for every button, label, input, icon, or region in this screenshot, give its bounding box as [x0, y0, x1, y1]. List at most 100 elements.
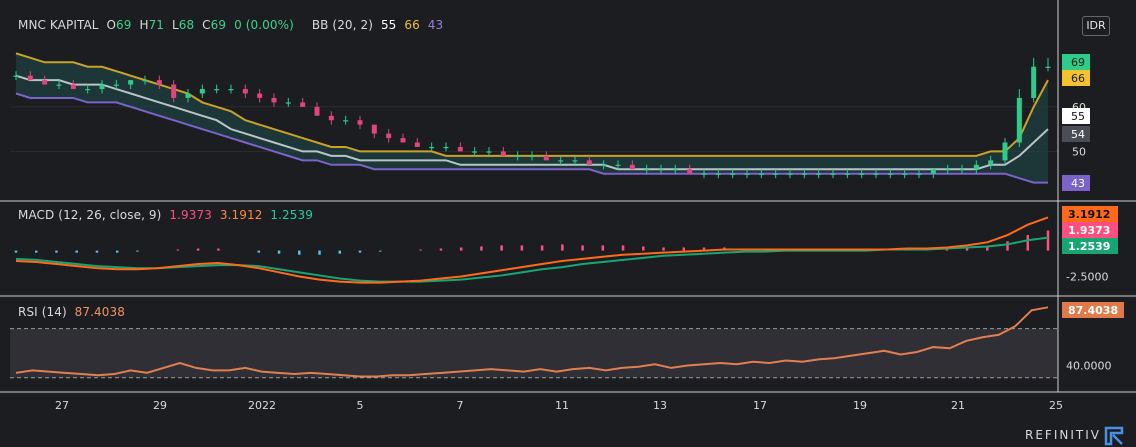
bb-fill	[16, 53, 1048, 183]
x-tick-label: 5	[357, 399, 364, 412]
candle-body	[601, 164, 607, 166]
candle-body	[801, 173, 807, 175]
x-tick-label: 2022	[248, 399, 276, 412]
open-value: O69	[106, 18, 132, 32]
high-value: H71	[139, 18, 165, 32]
candle-body	[242, 89, 248, 94]
candle-body	[859, 173, 865, 175]
macd-signal-value: 1.2539	[270, 208, 313, 222]
candle-body	[228, 89, 234, 91]
candle-body	[572, 160, 578, 162]
candle-body	[185, 93, 191, 98]
change-value: 0 (0.00%)	[234, 18, 294, 32]
price-tag: 43	[1071, 177, 1085, 190]
candle-body	[328, 115, 334, 121]
candle-body	[744, 173, 750, 175]
candle-body	[988, 160, 994, 165]
price-tag: 66	[1071, 72, 1085, 85]
candle-body	[457, 146, 463, 152]
candle-body	[142, 80, 148, 82]
macd-tag: 1.9373	[1068, 224, 1110, 237]
macd-hist-value: 1.9373	[169, 208, 212, 222]
x-tick-label: 17	[753, 399, 767, 412]
price-tag: 54	[1071, 128, 1085, 141]
candle-body	[515, 155, 521, 158]
candle-body	[414, 142, 420, 147]
currency-button[interactable]: IDR	[1082, 16, 1110, 36]
candle-body	[1045, 66, 1051, 68]
x-tick-label: 21	[951, 399, 965, 412]
macd-signal-line	[15, 236, 1049, 283]
low-value: L68	[171, 18, 195, 32]
symbol-label: MNC KAPITAL	[18, 18, 99, 32]
candle-body	[730, 173, 736, 175]
candle-body	[429, 146, 435, 149]
macd-line-value: 3.1912	[219, 208, 263, 222]
candle-body	[916, 173, 922, 175]
candle-body	[128, 80, 134, 85]
candle-body	[615, 164, 621, 166]
candle-body	[386, 133, 392, 139]
candle-body	[70, 84, 76, 90]
candle-body	[945, 169, 951, 171]
rsi-tag: 87.4038	[1068, 304, 1118, 317]
price-tag: 69	[1071, 56, 1085, 69]
close-value: C69	[202, 18, 227, 32]
candle-body	[959, 169, 965, 171]
candle-body	[113, 84, 119, 86]
candle-body	[27, 75, 33, 81]
candle-body	[873, 173, 879, 175]
candle-body	[658, 169, 664, 171]
macd-axis: -2.5000 3.1912 1.9373 1.2539	[1062, 206, 1118, 283]
candle-body	[1002, 142, 1008, 161]
candle-body	[1016, 97, 1022, 143]
chart-canvas: 50606966555443 -2.50003.19121.93731.2539…	[0, 0, 1136, 412]
refinitiv-logo-icon	[1104, 426, 1124, 446]
candle-body	[543, 155, 549, 161]
candle-body	[529, 155, 535, 158]
x-tick-label: 7	[457, 399, 464, 412]
candle-body	[300, 102, 306, 107]
candle-body	[787, 173, 793, 175]
candle-body	[486, 151, 492, 153]
price-tag: 55	[1071, 110, 1085, 123]
candle-body	[830, 173, 836, 175]
candle-body	[773, 173, 779, 175]
candle-body	[257, 93, 263, 98]
candle-body	[13, 75, 19, 77]
x-tick-label: 13	[653, 399, 667, 412]
x-axis: 27 29 2022 5 7 11 13 17 19 21 25	[55, 399, 1063, 412]
candle-body	[443, 146, 449, 149]
candle-body	[156, 80, 162, 85]
candle-body	[844, 173, 850, 175]
x-tick-label: 27	[55, 399, 69, 412]
candle-body	[472, 151, 478, 153]
candle-body	[314, 106, 320, 116]
rsi-label: RSI (14)	[18, 305, 67, 319]
candle-body	[672, 169, 678, 171]
candle-body	[42, 80, 48, 85]
candle-body	[85, 89, 91, 91]
candle-body	[973, 164, 979, 170]
candle-body	[357, 120, 363, 125]
x-tick-label: 25	[1049, 399, 1063, 412]
candle-body	[758, 173, 764, 175]
brand-label: REFINITIV	[1025, 428, 1101, 442]
candle-body	[816, 173, 822, 175]
macd-tick-label: -2.5000	[1066, 270, 1108, 283]
candle-body	[171, 84, 177, 98]
macd-tag: 1.2539	[1068, 240, 1110, 253]
candle-body	[1031, 66, 1037, 98]
candle-body	[644, 169, 650, 171]
candle-body	[687, 169, 693, 174]
macd-tag: 3.1912	[1068, 208, 1110, 221]
candle-body	[701, 173, 707, 175]
candle-body	[715, 173, 721, 175]
candle-body	[586, 160, 592, 165]
bb-label: BB (20, 2)	[311, 18, 374, 32]
macd-line	[15, 216, 1049, 284]
bb-mid-value: 55	[380, 18, 397, 32]
rsi-axis: 40.0000 87.4038	[1062, 302, 1124, 372]
candle-body	[558, 160, 564, 162]
x-tick-label: 19	[853, 399, 867, 412]
